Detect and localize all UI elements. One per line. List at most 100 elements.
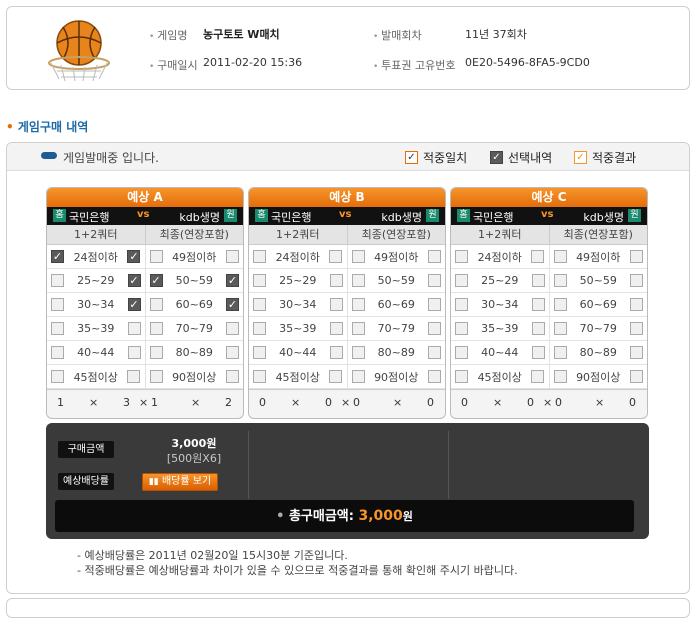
score-checkbox[interactable]	[253, 250, 266, 263]
score-checkbox[interactable]	[553, 274, 567, 287]
score-checkbox[interactable]	[253, 298, 266, 311]
score-checkbox[interactable]	[531, 322, 545, 335]
legend-hit-label: 적중일치	[423, 151, 468, 165]
score-checkbox[interactable]: ✓	[127, 298, 141, 311]
score-checkbox[interactable]	[127, 346, 141, 359]
score-checkbox[interactable]	[629, 370, 643, 383]
score-checkbox[interactable]: ✓	[226, 274, 239, 287]
score-checkbox[interactable]	[455, 274, 468, 287]
score-row: 35~39 70~79	[249, 317, 445, 341]
score-checkbox[interactable]: ✓	[127, 250, 141, 263]
final-cell: 80~89	[348, 341, 446, 364]
score-value: 0	[629, 396, 636, 409]
score-checkbox[interactable]	[351, 322, 365, 335]
score-checkbox[interactable]	[427, 250, 441, 263]
score-value: ×	[393, 396, 403, 409]
score-checkbox[interactable]	[553, 370, 567, 383]
score-checkbox[interactable]	[553, 298, 567, 311]
final-cell: 60~69	[348, 293, 446, 316]
final-cell: 70~79	[146, 317, 244, 340]
score-checkbox[interactable]	[629, 250, 643, 263]
score-checkbox[interactable]	[253, 274, 266, 287]
score-checkbox[interactable]	[225, 250, 239, 263]
result-check-icon: ✓	[574, 151, 587, 164]
score-checkbox[interactable]: ✓	[149, 274, 163, 287]
score-checkbox[interactable]: ✓	[51, 250, 64, 263]
score-checkbox[interactable]	[329, 250, 343, 263]
score-row: 24점이하 49점이하	[249, 245, 445, 269]
score-checkbox[interactable]	[253, 370, 266, 383]
away-tag: 원	[628, 209, 641, 222]
score-checkbox[interactable]	[351, 250, 365, 263]
score-checkbox[interactable]	[428, 274, 441, 287]
score-checkbox[interactable]	[329, 274, 343, 287]
score-checkbox[interactable]	[51, 370, 64, 383]
score-checkbox[interactable]	[455, 346, 468, 359]
score-checkbox[interactable]	[127, 322, 141, 335]
score-checkbox[interactable]	[127, 370, 141, 383]
score-value: ×	[341, 396, 351, 409]
score-checkbox[interactable]	[329, 322, 343, 335]
game-name-value-wrap: 농구토토 W매치	[203, 26, 280, 42]
score-checkbox[interactable]	[149, 346, 163, 359]
quarter-cell: 30~34 ✓	[47, 293, 146, 316]
score-checkbox[interactable]	[630, 346, 643, 359]
score-checkbox[interactable]	[531, 298, 545, 311]
score-checkbox[interactable]	[51, 322, 64, 335]
score-checkbox[interactable]: ✓	[127, 274, 141, 287]
score-checkbox[interactable]	[553, 250, 567, 263]
score-checkbox[interactable]	[427, 370, 441, 383]
score-checkbox[interactable]	[531, 250, 545, 263]
score-checkbox[interactable]	[351, 274, 365, 287]
final-range: 70~79	[579, 322, 617, 335]
final-range: 70~79	[377, 322, 415, 335]
score-checkbox[interactable]	[149, 250, 163, 263]
score-checkbox[interactable]	[149, 298, 163, 311]
score-checkbox[interactable]	[455, 298, 468, 311]
score-checkbox[interactable]	[51, 346, 64, 359]
score-checkbox[interactable]	[455, 250, 468, 263]
score-checkbox[interactable]	[553, 346, 567, 359]
score-row: 40~44 80~89	[249, 341, 445, 365]
ticket-label: 투표권 고유번호	[373, 59, 456, 72]
quarter-cell: 45점이상	[451, 365, 550, 388]
score-checkbox[interactable]	[630, 274, 643, 287]
score-checkbox[interactable]	[351, 346, 365, 359]
score-checkbox[interactable]	[149, 322, 163, 335]
score-checkbox[interactable]	[329, 370, 343, 383]
score-checkbox[interactable]	[226, 346, 239, 359]
score-checkbox[interactable]	[428, 298, 441, 311]
quarter-cell: 40~44	[249, 341, 348, 364]
score-checkbox[interactable]	[253, 322, 266, 335]
quarter-range: 40~44	[279, 346, 317, 359]
score-checkbox[interactable]	[329, 346, 343, 359]
score-checkbox[interactable]: ✓	[226, 298, 239, 311]
score-checkbox[interactable]	[51, 298, 64, 311]
score-checkbox[interactable]	[553, 322, 567, 335]
score-value: 2	[225, 396, 232, 409]
view-odds-button[interactable]: ▮▮ 배당률 보기	[142, 473, 218, 491]
score-checkbox[interactable]	[428, 346, 441, 359]
final-range: 80~89	[579, 346, 617, 359]
score-checkbox[interactable]	[531, 346, 545, 359]
score-checkbox[interactable]	[225, 370, 239, 383]
score-checkbox[interactable]	[51, 274, 64, 287]
score-checkbox[interactable]	[149, 370, 163, 383]
score-checkbox[interactable]	[455, 322, 468, 335]
score-checkbox[interactable]	[329, 298, 343, 311]
purchase-amount-detail: [500원X6]	[166, 452, 222, 465]
final-cell: 70~79	[550, 317, 648, 340]
legend-hit: ✓ 적중일치	[405, 149, 467, 166]
score-checkbox[interactable]	[455, 370, 468, 383]
score-checkbox[interactable]	[351, 298, 365, 311]
score-checkbox[interactable]	[226, 322, 239, 335]
score-checkbox[interactable]	[428, 322, 441, 335]
score-checkbox[interactable]	[253, 346, 266, 359]
score-checkbox[interactable]	[351, 370, 365, 383]
score-checkbox[interactable]	[531, 274, 545, 287]
quarter-cell: 24점이하	[451, 245, 550, 268]
score-checkbox[interactable]	[531, 370, 545, 383]
score-checkbox[interactable]	[630, 322, 643, 335]
final-range: 60~69	[377, 298, 415, 311]
score-checkbox[interactable]	[630, 298, 643, 311]
